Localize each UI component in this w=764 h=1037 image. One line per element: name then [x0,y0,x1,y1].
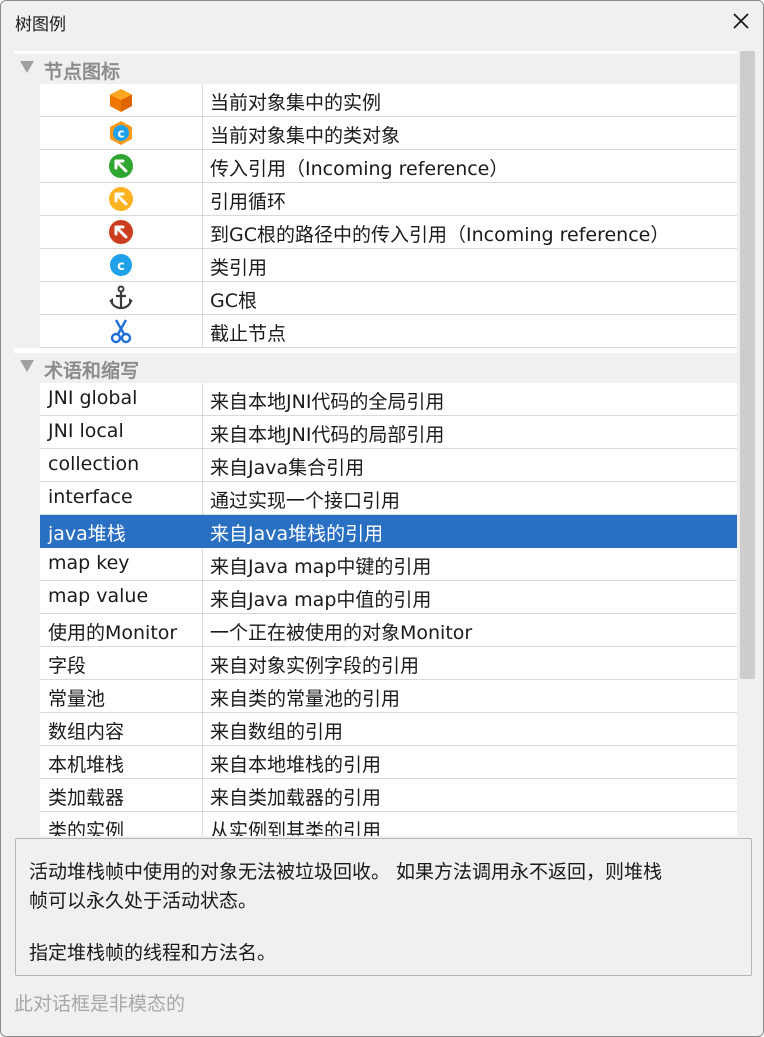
collapse-triangle-icon[interactable] [20,61,34,73]
row-description: 来自类加载器的引用 [210,787,382,809]
legend-row[interactable]: c 类引用 [14,249,737,282]
description-line: 指定堆栈帧的线程和方法名。 [29,942,277,964]
row-description: 来自对象实例字段的引用 [210,655,420,677]
row-term: interface [48,486,133,508]
row-description: GC根 [210,290,257,312]
row-description: 一个正在被使用的对象Monitor [210,622,473,644]
legend-row[interactable]: 本机堆栈 来自本地堆栈的引用 [14,746,737,779]
legend-row[interactable]: 当前对象集中的实例 [14,84,737,117]
legend-row[interactable]: GC根 [14,282,737,315]
section-header-node-icons[interactable]: 节点图标 [14,54,737,84]
reference-cycle-yellow-icon [109,187,133,211]
row-term: 常量池 [48,688,106,710]
legend-tree[interactable]: 节点图标 当前对象集中的实例 c 当前对象集中的类对象 传入引用（Incomin… [14,51,737,836]
legend-row[interactable]: 到GC根的路径中的传入引用（Incoming reference） [14,216,737,249]
legend-row[interactable]: 类的实例 从实例到其类的引用 [14,812,737,836]
modeless-note: 此对话框是非模态的 [14,993,186,1015]
row-term: JNI global [48,387,138,409]
legend-row[interactable]: 字段 来自对象实例字段的引用 [14,647,737,680]
legend-row[interactable]: 常量池 来自类的常量池的引用 [14,680,737,713]
row-description: 来自本地JNI代码的局部引用 [210,424,445,446]
legend-row[interactable]: 截止节点 [14,315,737,348]
legend-row-selected[interactable]: java堆栈 来自Java堆栈的引用 [14,515,737,548]
legend-row[interactable]: collection 来自Java集合引用 [14,449,737,482]
row-description: 当前对象集中的类对象 [210,125,401,147]
description-line: 活动堆栈帧中使用的对象无法被垃圾回收。 如果方法调用永不返回，则堆栈 [29,861,663,883]
legend-row[interactable]: 使用的Monitor 一个正在被使用的对象Monitor [14,614,737,647]
row-term: 数组内容 [48,721,125,743]
section-title: 术语和缩写 [44,360,140,382]
row-description: 来自Java map中值的引用 [210,589,432,611]
row-description: 引用循环 [210,191,287,213]
legend-row[interactable]: 传入引用（Incoming reference） [14,150,737,183]
legend-row[interactable]: 数组内容 来自数组的引用 [14,713,737,746]
row-description: 来自Java堆栈的引用 [210,523,384,545]
row-term: 类加载器 [48,787,125,809]
class-reference-icon: c [110,254,132,276]
svg-text:c: c [117,127,124,141]
incoming-reference-green-icon [109,154,133,178]
class-object-icon: c [110,121,132,145]
row-description: 传入引用（Incoming reference） [210,158,509,180]
row-description: 类引用 [210,257,268,279]
cube-orange-icon [110,89,132,112]
row-description: 截止节点 [210,323,287,345]
description-panel: 活动堆栈帧中使用的对象无法被垃圾回收。 如果方法调用永不返回，则堆栈 帧可以永久… [15,838,752,976]
row-description: 来自类的常量池的引用 [210,688,401,710]
section-title: 节点图标 [44,61,121,83]
row-term: map value [48,585,149,607]
close-icon [733,13,749,29]
row-description: 到GC根的路径中的传入引用（Incoming reference） [210,224,670,246]
svg-text:c: c [117,259,125,274]
vertical-scrollbar[interactable] [738,51,756,836]
scissors-icon [110,319,132,344]
description-line: 帧可以永久处于活动状态。 [29,890,258,912]
legend-row[interactable]: 类加载器 来自类加载器的引用 [14,779,737,812]
scrollbar-thumb[interactable] [740,51,755,679]
legend-row[interactable]: map value 来自Java map中值的引用 [14,581,737,614]
gc-root-path-red-icon [109,220,133,244]
row-description: 来自本地JNI代码的全局引用 [210,391,445,413]
tree-legend-dialog: 树图例 节点图标 当前对象集中的实例 c 当前对象集中的类对象 传入引用（Inc… [0,0,764,1037]
legend-row[interactable]: JNI global 来自本地JNI代码的全局引用 [14,383,737,416]
row-description: 来自Java集合引用 [210,457,365,479]
row-description: 从实例到其类的引用 [210,820,382,836]
legend-row[interactable]: 引用循环 [14,183,737,216]
row-term: java堆栈 [48,523,126,545]
row-term: 类的实例 [48,820,125,836]
row-term: collection [48,453,140,475]
row-term: 字段 [48,655,87,677]
section-header-terms[interactable]: 术语和缩写 [14,353,737,383]
row-description: 当前对象集中的实例 [210,92,382,114]
legend-row[interactable]: map key 来自Java map中键的引用 [14,548,737,581]
legend-row[interactable]: c 当前对象集中的类对象 [14,117,737,150]
row-term: JNI local [48,420,124,442]
row-term: map key [48,552,130,574]
collapse-triangle-icon[interactable] [20,360,34,372]
row-term: 使用的Monitor [48,622,178,644]
legend-row[interactable]: JNI local 来自本地JNI代码的局部引用 [14,416,737,449]
close-button[interactable] [725,5,757,37]
row-term: 本机堆栈 [48,754,125,776]
row-description: 通过实现一个接口引用 [210,490,401,512]
row-description: 来自Java map中键的引用 [210,556,432,578]
title-bar: 树图例 [1,1,763,41]
window-title: 树图例 [15,15,66,35]
row-description: 来自本地堆栈的引用 [210,754,382,776]
row-description: 来自数组的引用 [210,721,344,743]
anchor-icon [109,285,133,310]
legend-row[interactable]: interface 通过实现一个接口引用 [14,482,737,515]
